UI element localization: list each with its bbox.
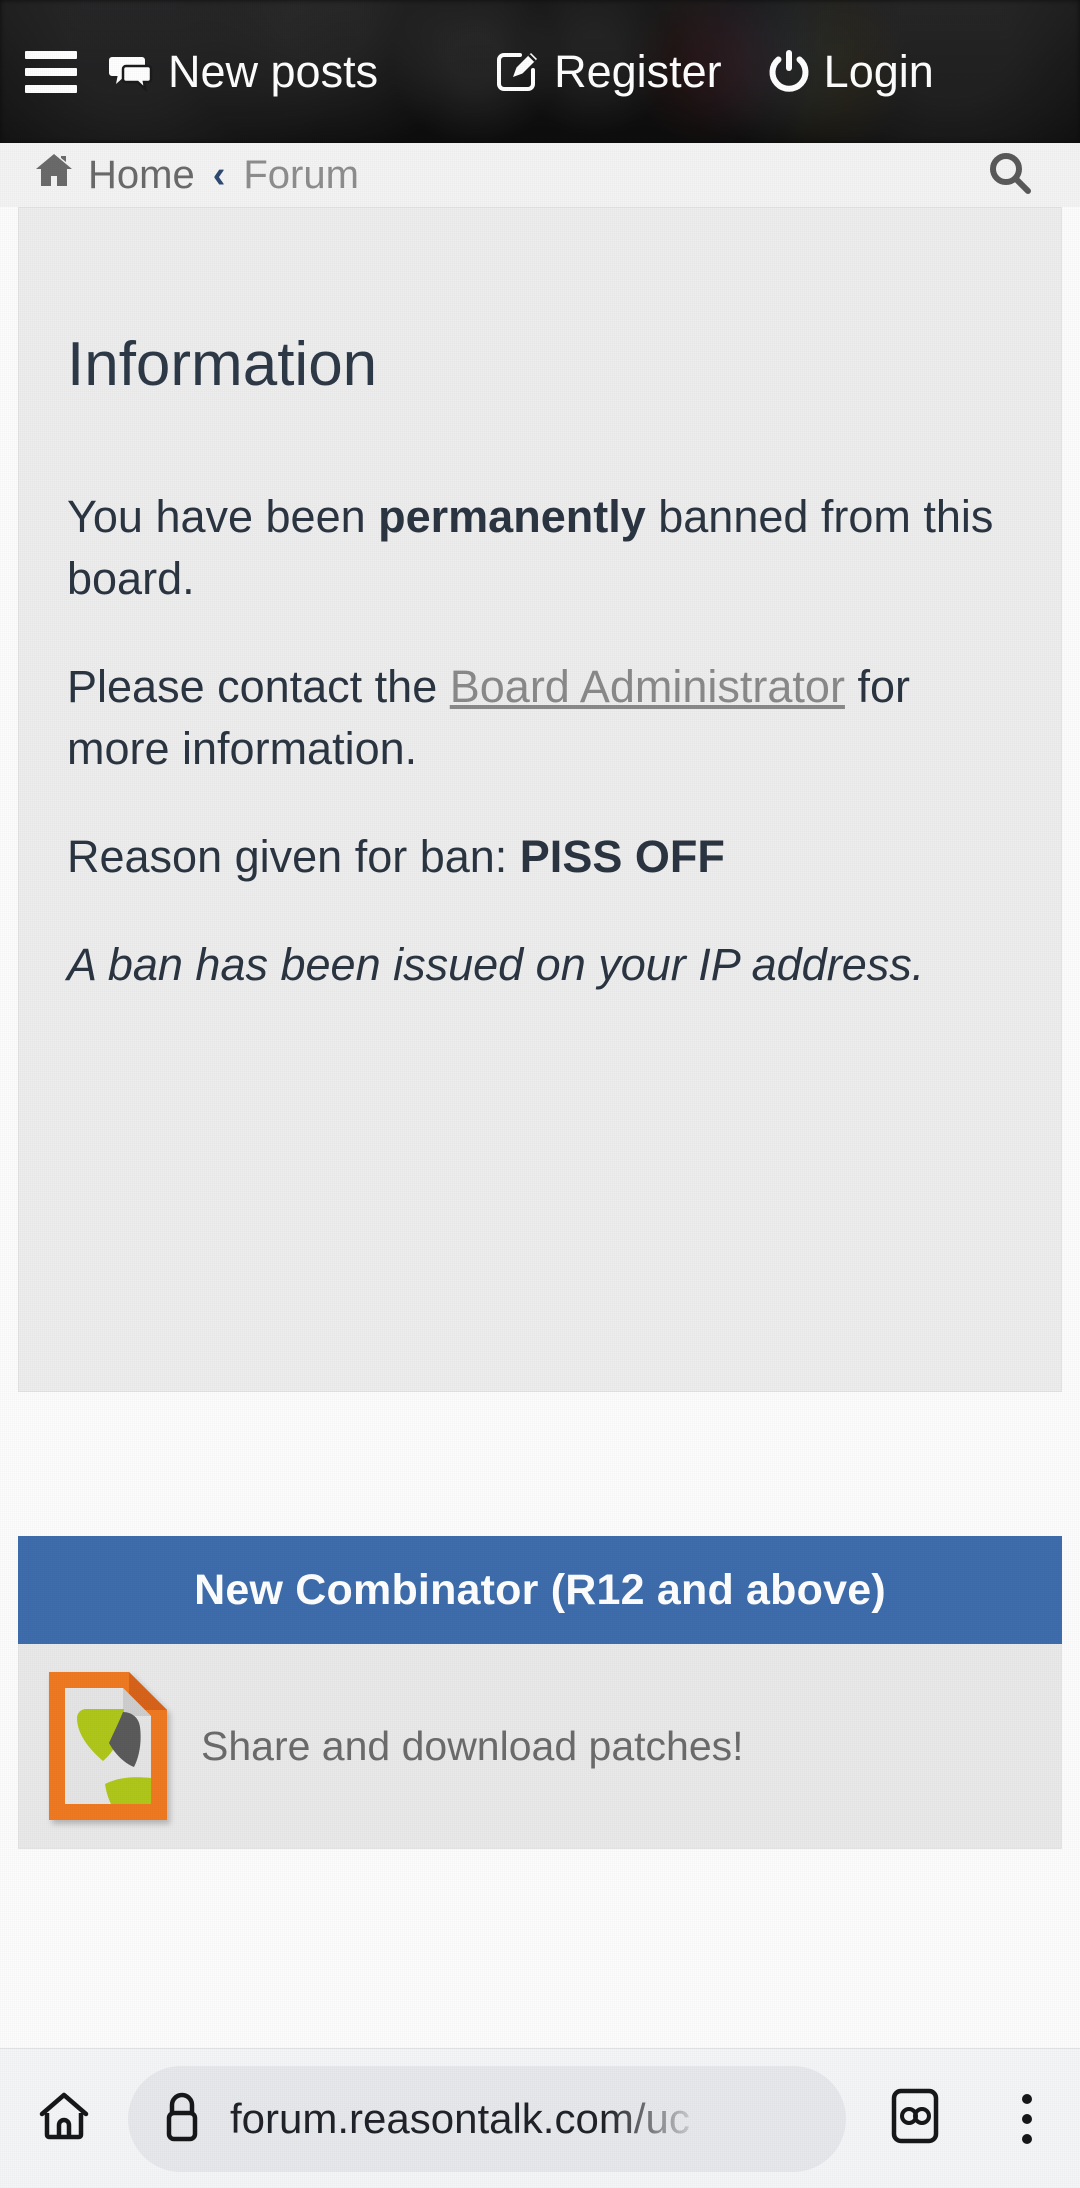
house-icon	[34, 152, 74, 198]
breadcrumb-home-label: Home	[88, 152, 195, 197]
breadcrumb-separator: ‹	[212, 153, 226, 196]
promo-heading[interactable]: New Combinator (R12 and above)	[18, 1536, 1062, 1644]
site-navbar: New posts Register Login	[0, 0, 1080, 143]
nav-item-register[interactable]: Register	[496, 49, 722, 94]
search-icon	[986, 149, 1034, 202]
contact-statement-pre: Please contact the	[67, 661, 450, 713]
page-title: Information	[67, 330, 378, 399]
ban-reason-label: Reason given for ban:	[67, 831, 520, 883]
ban-statement: You have been permanently banned from th…	[67, 486, 1007, 610]
promo-body: Share and download patches!	[18, 1644, 1062, 1849]
nav-item-label: Register	[554, 46, 722, 97]
pencil-square-icon	[496, 50, 540, 94]
contact-statement: Please contact the Board Administrator f…	[67, 656, 1007, 780]
lock-icon[interactable]	[160, 2089, 204, 2148]
overflow-menu-icon[interactable]	[974, 2093, 1080, 2144]
url-bar[interactable]: forum.reasontalk.com/uc	[128, 2065, 846, 2172]
nav-item-login[interactable]: Login	[768, 49, 934, 94]
ban-reason-value: PISS OFF	[519, 831, 725, 883]
browser-home-button[interactable]	[0, 2087, 128, 2150]
ban-reason: Reason given for ban: PISS OFF	[67, 826, 1007, 888]
comments-icon	[108, 52, 154, 92]
power-icon	[768, 49, 810, 94]
home-icon	[35, 2087, 93, 2150]
nav-item-label: New posts	[168, 46, 379, 97]
url-text: forum.reasontalk.com/uc	[230, 2097, 690, 2140]
breadcrumb: Home ‹ Forum	[34, 143, 359, 207]
nav-item-new-posts[interactable]: New posts	[108, 49, 378, 94]
file-document-icon[interactable]	[49, 1672, 167, 1820]
search-button[interactable]	[962, 143, 1058, 207]
promo-block: New Combinator (R12 and above) Share and…	[18, 1536, 1062, 1849]
tab-count-icon	[884, 2085, 946, 2152]
ip-ban-note: A ban has been issued on your IP address…	[67, 939, 925, 991]
breadcrumb-item-forum[interactable]: Forum	[243, 153, 359, 198]
information-body: You have been permanently banned from th…	[67, 486, 1007, 997]
nav-item-label: Login	[823, 46, 934, 97]
board-administrator-link[interactable]: Board Administrator	[450, 661, 845, 712]
information-panel: Information You have been permanently ba…	[18, 207, 1062, 1392]
browser-bottom-bar: forum.reasontalk.com/uc	[0, 2048, 1080, 2188]
browser-tabs-button[interactable]	[856, 2085, 974, 2152]
ban-statement-pre: You have been	[67, 491, 379, 542]
ban-statement-emphasis: permanently	[378, 491, 646, 542]
mobile-browser-screen: New posts Register Login Home ‹ Forum In…	[0, 0, 1080, 2188]
breadcrumb-bar: Home ‹ Forum	[0, 143, 1080, 207]
hamburger-menu-icon[interactable]	[0, 50, 102, 93]
breadcrumb-item-home[interactable]: Home	[34, 152, 195, 198]
promo-caption: Share and download patches!	[201, 1722, 744, 1769]
